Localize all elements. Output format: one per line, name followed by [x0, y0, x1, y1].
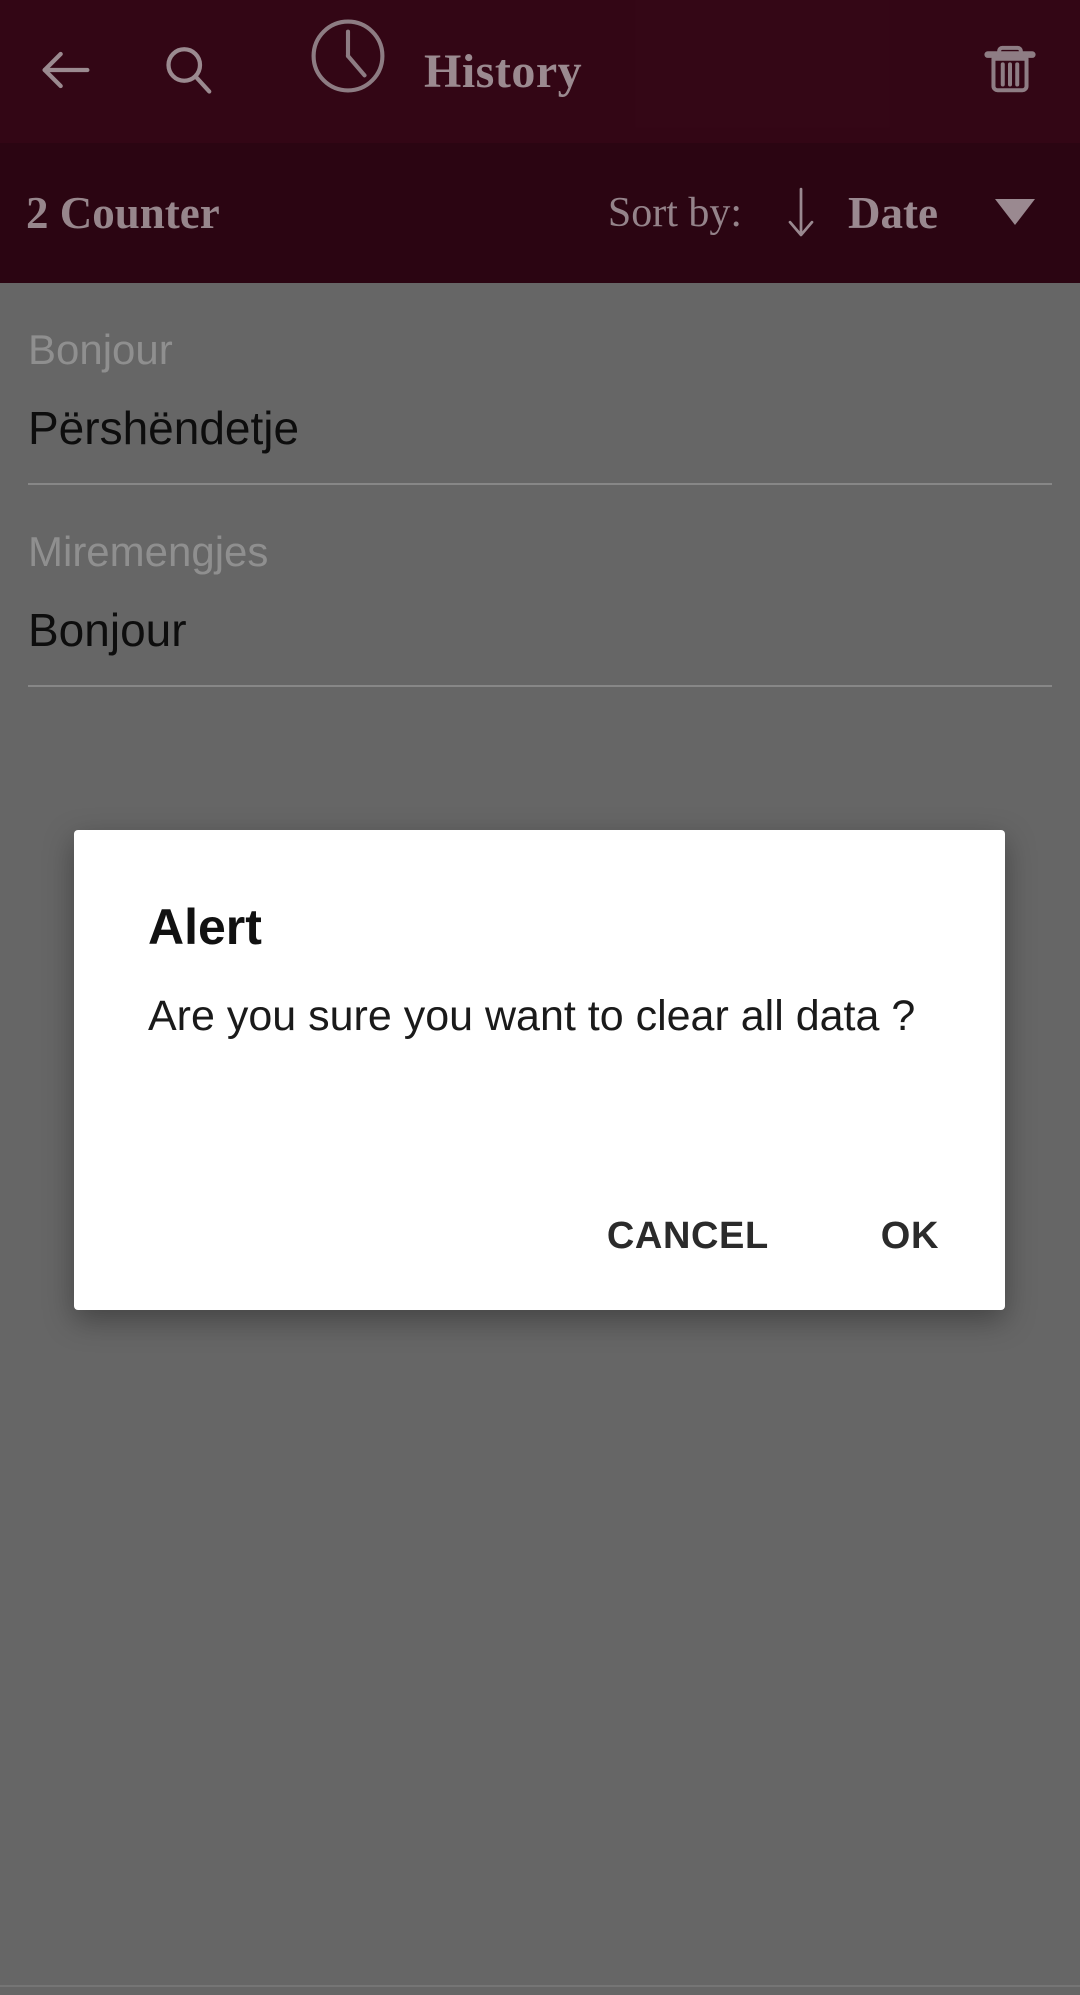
history-source-text: Bonjour [28, 326, 173, 373]
cancel-button[interactable]: CANCEL [577, 1197, 799, 1276]
bottom-hairline [0, 1985, 1080, 1987]
trash-icon [984, 45, 1036, 93]
clear-all-button[interactable] [962, 20, 1058, 116]
sort-dropdown-button[interactable] [990, 188, 1040, 238]
sort-direction-button[interactable] [772, 178, 830, 248]
clock-icon [311, 19, 385, 93]
arrow-down-icon [788, 187, 814, 237]
sort-controls[interactable]: Sort by: Date [608, 143, 1066, 283]
sort-value[interactable]: Date [848, 187, 938, 239]
alert-dialog: Alert Are you sure you want to clear all… [74, 830, 1005, 1310]
sub-toolbar: 2 Counter Sort by: Date [0, 143, 1080, 283]
clock-indicator [300, 8, 396, 104]
history-target-text: Përshëndetje [28, 402, 300, 454]
caret-down-icon [995, 199, 1035, 225]
list-divider [28, 685, 1052, 687]
arrow-left-icon [42, 51, 90, 89]
dialog-message: Are you sure you want to clear all data … [148, 992, 916, 1040]
search-button[interactable] [140, 22, 236, 118]
list-item[interactable]: Miremengjes Bonjour [0, 485, 1080, 685]
history-source-text: Miremengjes [28, 528, 269, 575]
app-bar: History [0, 0, 1080, 143]
list-item[interactable]: Bonjour Përshëndetje [0, 283, 1080, 483]
counter-label: 2 Counter [26, 188, 220, 238]
ok-button[interactable]: OK [851, 1197, 969, 1276]
sort-by-label: Sort by: [607, 190, 743, 236]
search-icon [166, 47, 212, 94]
history-target-text: Bonjour [28, 604, 187, 656]
app-screen: History 2 Counter Sort by: Date Bonjour … [0, 0, 1080, 1995]
back-button[interactable] [18, 22, 114, 118]
page-title: History [424, 45, 583, 98]
dialog-actions: CANCEL OK [577, 1197, 969, 1276]
dialog-title: Alert [148, 899, 262, 955]
